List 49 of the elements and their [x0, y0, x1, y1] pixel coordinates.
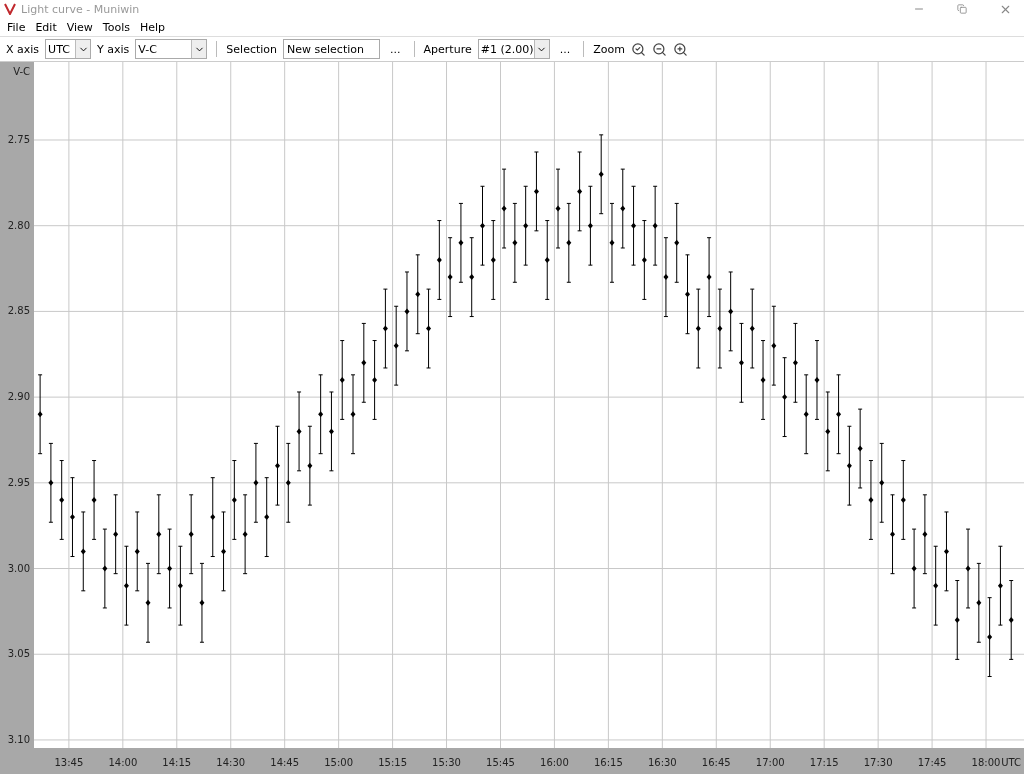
zoom-out-icon[interactable] [651, 41, 667, 57]
x-tick-label: 17:30 [863, 757, 893, 768]
y-tick-label: 3.10 [7, 733, 30, 745]
x-tick-label: 14:45 [270, 757, 300, 768]
dropdown[interactable]: UTC [45, 39, 92, 59]
window-title: Light curve - Muniwin [21, 2, 141, 16]
more-button[interactable]: ... [555, 42, 575, 56]
dropdown[interactable]: #1 (2.00) [477, 39, 550, 59]
y-tick-label: 2.90 [7, 391, 30, 403]
x-tick-label: 16:45 [701, 757, 731, 768]
y-tick-label: 2.85 [7, 305, 30, 317]
menu-item[interactable]: Tools [98, 20, 134, 34]
toolbar-label: Y axis [97, 42, 130, 56]
selection-field[interactable]: New selection [283, 39, 381, 59]
toolbar-label: X axis [6, 42, 40, 56]
x-tick-label: 14:30 [216, 757, 246, 768]
x-tick-label: 16:00 [540, 757, 569, 768]
x-tick-label: 17:00 [755, 757, 785, 768]
x-tick-label: 16:30 [647, 757, 677, 768]
magnifier-check-icon[interactable] [630, 41, 646, 57]
y-tick-label: 2.75 [7, 134, 30, 145]
y-tick-label: 2.80 [7, 219, 30, 231]
y-tick-label: 3.05 [7, 648, 30, 660]
menu-item[interactable]: Edit [31, 20, 61, 34]
x-tick-label: 17:15 [809, 757, 839, 768]
x-tick-label: 15:45 [486, 757, 515, 768]
x-tick-label: 13:45 [54, 757, 84, 768]
x-tick-label: 15:00 [324, 757, 354, 768]
toolbar-label: Selection [226, 42, 278, 56]
x-tick-label: 16:15 [593, 757, 623, 768]
zoom-in-icon[interactable] [672, 41, 688, 57]
menu-item[interactable]: View [62, 20, 97, 34]
x-tick-label: 17:45 [917, 757, 947, 768]
x-tick-label: 15:30 [432, 757, 461, 768]
toolbar-label: Zoom [593, 42, 625, 56]
x-tick-label: 14:00 [108, 757, 138, 768]
dropdown[interactable]: V-C [135, 39, 208, 59]
menu-item[interactable]: Help [135, 20, 170, 34]
toolbar-label: Aperture [423, 42, 472, 56]
y-tick-label: 2.95 [7, 476, 30, 488]
app-logo-icon [4, 3, 16, 15]
y-axis-label: V-C [13, 66, 30, 77]
x-tick-label: 15:15 [378, 757, 407, 768]
y-tick-label: 3.00 [7, 562, 30, 574]
x-tick-label: 18:00 [971, 757, 1001, 768]
menu-item[interactable]: File [3, 20, 30, 34]
more-button[interactable]: ... [386, 42, 405, 56]
x-axis-label: UTC [1001, 757, 1021, 768]
x-tick-label: 14:15 [162, 757, 192, 768]
